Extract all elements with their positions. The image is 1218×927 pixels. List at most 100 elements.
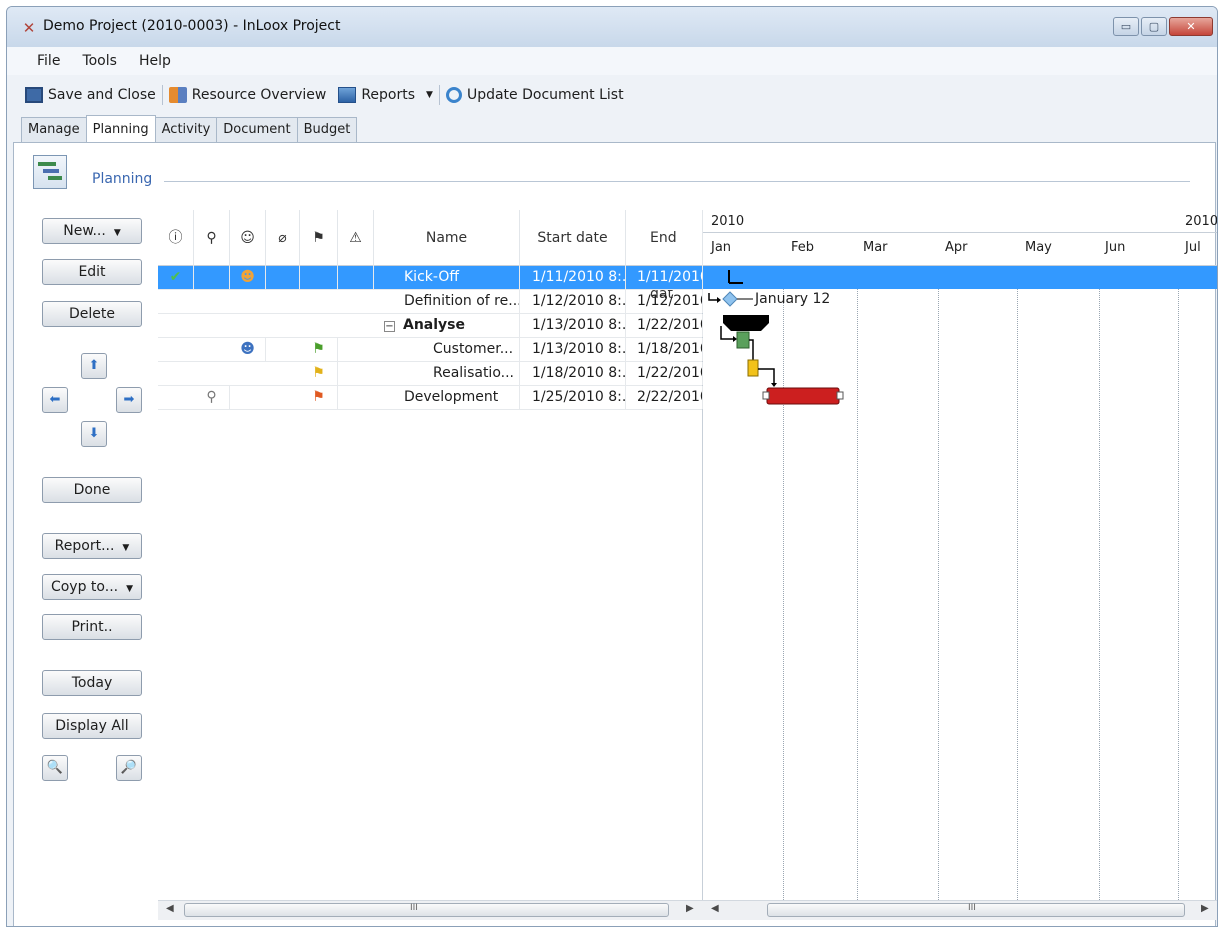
- move-right-button[interactable]: ➡: [116, 387, 142, 413]
- section-title: Planning: [92, 171, 153, 187]
- gantt-horizontal-scrollbar[interactable]: ◀ III ▶: [703, 900, 1217, 920]
- refresh-icon: [445, 87, 462, 103]
- task-name-group: − Analyse: [374, 314, 520, 337]
- app-icon: ✕: [22, 19, 36, 37]
- zoom-out-icon: 🔍: [46, 760, 64, 775]
- save-icon: [25, 87, 43, 103]
- copy-to-button[interactable]: Coyp to... ▼: [42, 574, 142, 600]
- task-start: 1/13/2010 8:...: [520, 314, 626, 337]
- scroll-left-icon[interactable]: ◀: [166, 903, 174, 914]
- menu-bar: File Tools Help: [7, 47, 1217, 75]
- gantt-month: Apr: [945, 240, 968, 255]
- grid-scroll-thumb[interactable]: III: [184, 903, 669, 917]
- task-name: Definition of re...: [374, 290, 520, 313]
- table-row[interactable]: − Analyse 1/13/2010 8:... 1/22/2010: [158, 314, 703, 338]
- done-button[interactable]: Done: [42, 477, 142, 503]
- arrow-left-icon: ⬅: [49, 392, 61, 407]
- tab-budget[interactable]: Budget: [296, 117, 358, 142]
- move-up-button[interactable]: ⬆: [81, 353, 107, 379]
- chevron-down-icon[interactable]: ▼: [426, 90, 433, 100]
- scroll-left-icon[interactable]: ◀: [711, 903, 719, 914]
- title-bar: ✕ Demo Project (2010-0003) - InLoox Proj…: [7, 7, 1217, 47]
- close-button[interactable]: ✕: [1169, 17, 1213, 36]
- zoom-in-button[interactable]: 🔎: [116, 755, 142, 781]
- table-row[interactable]: ☻ ⚑ Customer... 1/13/2010 8:... 1/18/201…: [158, 338, 703, 362]
- task-bar-green: [736, 331, 750, 349]
- minimize-button[interactable]: ▭: [1113, 17, 1139, 36]
- chevron-down-icon: ▼: [113, 228, 121, 238]
- person-icon: ☻: [230, 338, 266, 361]
- flag-yellow-icon: ⚑: [300, 362, 338, 385]
- column-name[interactable]: Name: [374, 210, 520, 266]
- flag-green-icon: ⚑: [300, 338, 338, 361]
- table-row[interactable]: Definition of re... 1/12/2010 8:... 1/12…: [158, 290, 703, 314]
- tab-document[interactable]: Document: [216, 117, 298, 142]
- task-name: Kick-Off: [374, 266, 520, 289]
- report-button-label: Report...: [54, 538, 115, 554]
- tab-manage[interactable]: Manage: [21, 117, 87, 142]
- maximize-button[interactable]: ▢: [1141, 17, 1167, 36]
- table-row[interactable]: ⚲ ⚑ Development 1/25/2010 8:... 2/22/201…: [158, 386, 703, 410]
- gantt-chart: 2010 2010 Jan Feb Mar Apr May Jun Jul Ja…: [703, 210, 1217, 900]
- new-button[interactable]: New... ▼: [42, 218, 142, 244]
- task-start: 1/13/2010 8:...: [520, 338, 626, 361]
- menu-tools[interactable]: Tools: [82, 53, 117, 69]
- menu-file[interactable]: File: [37, 53, 60, 69]
- scroll-grip: III: [410, 903, 418, 913]
- resource-overview-button[interactable]: Resource Overview: [163, 82, 333, 108]
- today-button[interactable]: Today: [42, 670, 142, 696]
- gantt-scroll-thumb[interactable]: III: [767, 903, 1185, 917]
- summary-bar: [723, 315, 769, 331]
- people-icon: [168, 87, 187, 103]
- task-name: Realisatio...: [374, 362, 520, 385]
- toolbar: Save and Close Resource Overview Reports…: [7, 79, 1217, 111]
- table-row[interactable]: ⚑ Realisatio... 1/18/2010 8:... 1/22/201…: [158, 362, 703, 386]
- flag-icon[interactable]: ⚑: [300, 210, 338, 266]
- task-name: Customer...: [374, 338, 520, 361]
- save-and-close-button[interactable]: Save and Close: [19, 82, 162, 108]
- arrow-down-icon: ⬇: [88, 426, 100, 441]
- copy-to-button-label: Coyp to...: [50, 579, 119, 595]
- task-grid: ⓘ ⚲ ☺ ⌀ ⚑ ⚠ Name Start date End dat ✔ ☻ …: [158, 210, 703, 900]
- scroll-right-icon[interactable]: ▶: [686, 903, 694, 914]
- zoom-out-button[interactable]: 🔍: [42, 755, 68, 781]
- tab-planning[interactable]: Planning: [85, 115, 156, 142]
- column-end-date[interactable]: End dat: [626, 210, 703, 302]
- info-icon[interactable]: ⓘ: [158, 210, 194, 266]
- print-button[interactable]: Print..: [42, 614, 142, 640]
- edit-button[interactable]: Edit: [42, 259, 142, 285]
- menu-help[interactable]: Help: [139, 53, 171, 69]
- attachment-icon[interactable]: ⌀: [266, 210, 300, 266]
- collapse-icon[interactable]: −: [384, 321, 395, 332]
- milestone-label: January 12: [755, 291, 831, 307]
- warning-icon[interactable]: ⚠: [338, 210, 374, 266]
- key-icon: ⚲: [194, 386, 230, 409]
- update-document-list-label: Update Document List: [466, 87, 624, 103]
- report-button[interactable]: Report... ▼: [42, 533, 142, 559]
- section-divider: [164, 181, 1190, 182]
- tab-activity[interactable]: Activity: [154, 117, 218, 142]
- window-title: Demo Project (2010-0003) - InLoox Projec…: [43, 18, 341, 34]
- display-all-button[interactable]: Display All: [42, 713, 142, 739]
- gantt-month: Jun: [1105, 240, 1126, 255]
- update-document-list-button[interactable]: Update Document List: [440, 82, 630, 108]
- reports-button[interactable]: Reports ▼: [332, 82, 439, 108]
- group-label: Analyse: [403, 317, 466, 333]
- scroll-right-icon[interactable]: ▶: [1201, 903, 1209, 914]
- person-icon[interactable]: ☺: [230, 210, 266, 266]
- column-start-date[interactable]: Start date: [520, 210, 626, 266]
- gantt-year: 2010: [1185, 214, 1218, 229]
- flag-red-icon: ⚑: [300, 386, 338, 409]
- move-left-button[interactable]: ⬅: [42, 387, 68, 413]
- task-end: 1/11/2010: [626, 266, 703, 289]
- grid-horizontal-scrollbar[interactable]: ◀ III ▶: [158, 900, 703, 920]
- key-icon[interactable]: ⚲: [194, 210, 230, 266]
- tab-strip: Manage Planning Activity Document Budget: [21, 115, 358, 143]
- arrow-right-icon: ➡: [123, 392, 135, 407]
- task-end: 1/18/2010: [626, 338, 703, 361]
- scroll-grip: III: [968, 903, 976, 913]
- delete-button[interactable]: Delete: [42, 301, 142, 327]
- move-down-button[interactable]: ⬇: [81, 421, 107, 447]
- gantt-month: Jul: [1185, 240, 1201, 255]
- table-row[interactable]: ✔ ☻ Kick-Off 1/11/2010 8:... 1/11/2010: [158, 266, 703, 290]
